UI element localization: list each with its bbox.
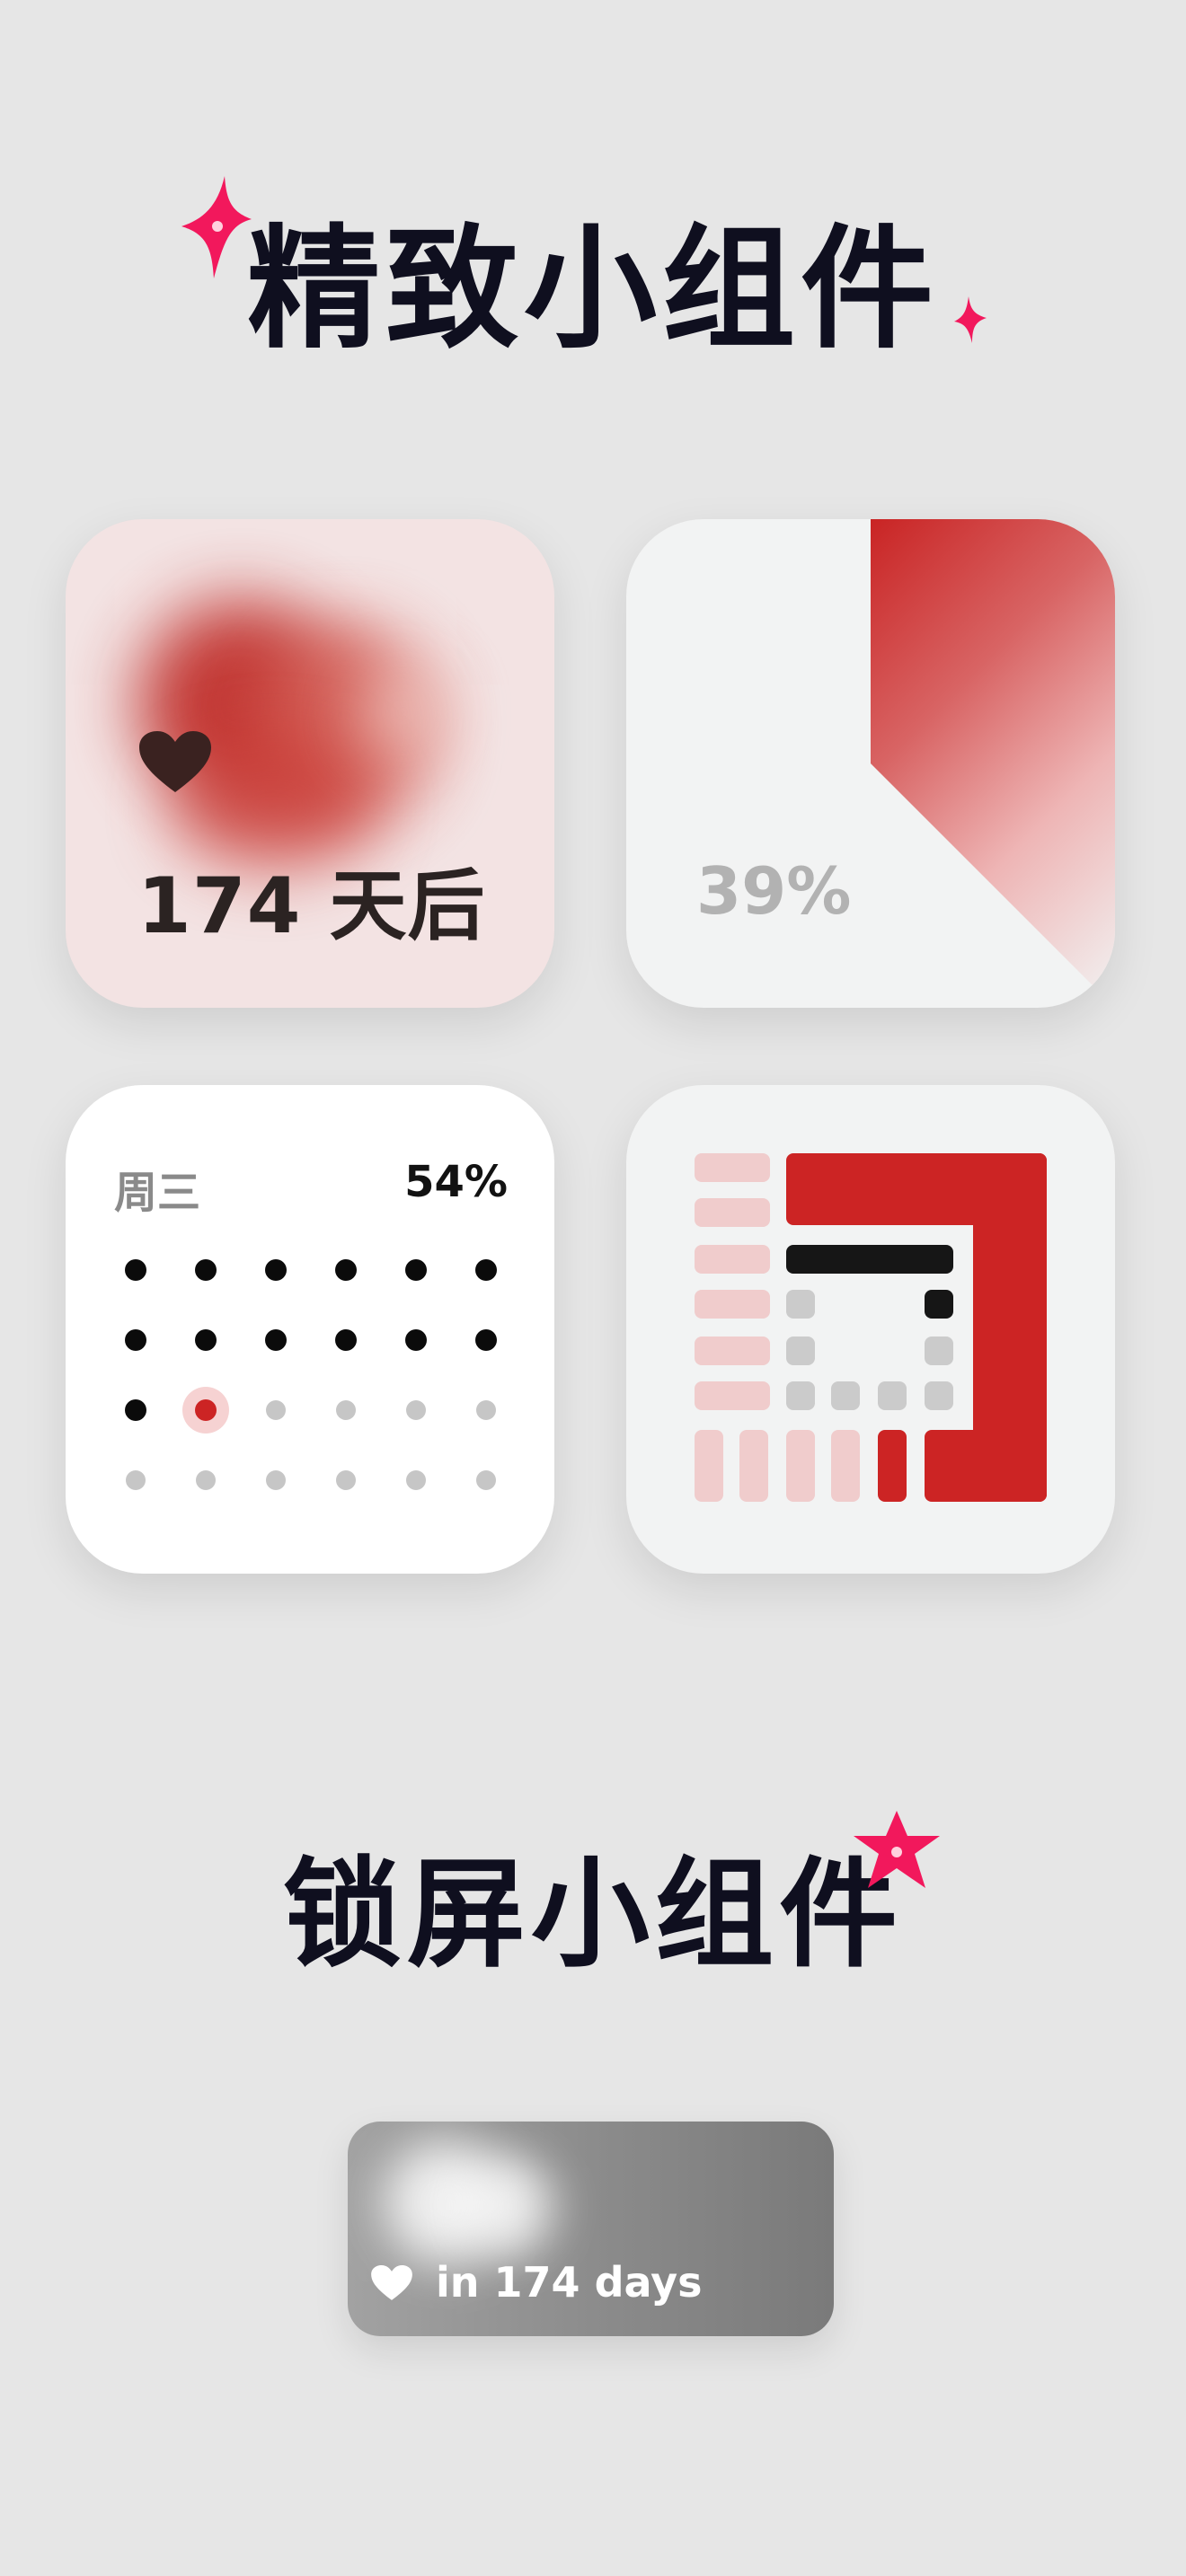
day-dot bbox=[406, 1400, 426, 1420]
day-dot bbox=[195, 1259, 217, 1281]
day-percent: 54% bbox=[404, 1157, 508, 1207]
day-dot bbox=[266, 1400, 286, 1420]
day-dot bbox=[405, 1329, 427, 1351]
day-dot bbox=[335, 1329, 357, 1351]
heart-icon bbox=[139, 731, 211, 792]
day-dot bbox=[336, 1400, 356, 1420]
progress-fill bbox=[871, 519, 1115, 1008]
lockscreen-widget[interactable]: in 174 days bbox=[348, 2122, 834, 2336]
day-dot bbox=[265, 1329, 287, 1351]
progress-widget[interactable]: 39% bbox=[626, 519, 1115, 1008]
day-dot bbox=[266, 1470, 286, 1490]
heart-icon bbox=[371, 2265, 412, 2300]
day-dot bbox=[405, 1259, 427, 1281]
current-day-dot bbox=[195, 1399, 217, 1421]
day-dot bbox=[265, 1259, 287, 1281]
lockscreen-countdown-text: in 174 days bbox=[436, 2258, 703, 2307]
day-dot bbox=[335, 1259, 357, 1281]
countdown-widget[interactable]: 174 天后 bbox=[66, 519, 554, 1008]
day-dot bbox=[125, 1259, 146, 1281]
grid-widget[interactable] bbox=[626, 1085, 1115, 1574]
day-dot bbox=[195, 1329, 217, 1351]
day-dot bbox=[475, 1259, 497, 1281]
day-dot bbox=[126, 1470, 146, 1490]
day-dot bbox=[125, 1399, 146, 1421]
day-dot bbox=[476, 1400, 496, 1420]
progress-percent: 39% bbox=[696, 853, 852, 929]
section-title-lockscreen-widgets: 锁屏小组件 bbox=[283, 1846, 903, 1984]
day-dot bbox=[406, 1470, 426, 1490]
day-dot bbox=[196, 1470, 216, 1490]
countdown-text: 174 天后 bbox=[137, 861, 486, 951]
day-dot bbox=[476, 1470, 496, 1490]
weekday-label: 周三 bbox=[114, 1168, 201, 1218]
star-icon bbox=[854, 1811, 940, 1888]
day-dot bbox=[475, 1329, 497, 1351]
sparkle-small-icon bbox=[954, 296, 987, 343]
day-dot bbox=[125, 1329, 146, 1351]
calendar-widget[interactable]: 周三 54% bbox=[66, 1085, 554, 1574]
day-dot bbox=[336, 1470, 356, 1490]
sparkle-icon bbox=[181, 176, 252, 278]
